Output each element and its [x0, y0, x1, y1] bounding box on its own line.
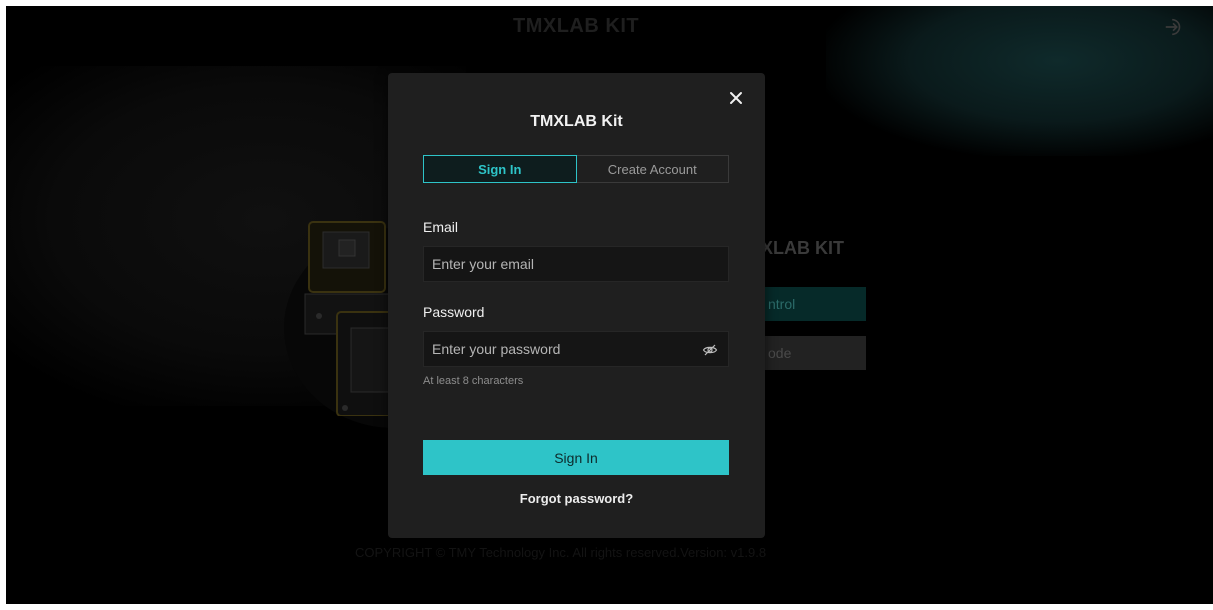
email-label: Email — [423, 219, 459, 235]
app-title: TMXLAB KIT — [513, 15, 640, 37]
tab-create-account[interactable]: Create Account — [576, 155, 729, 183]
tab-sign-in[interactable]: Sign In — [423, 155, 577, 183]
email-field-container — [423, 246, 729, 282]
password-label: Password — [423, 304, 485, 320]
signin-dialog: TMXLAB Kit Sign In Create Account Email … — [388, 73, 765, 538]
copyright-footer: COPYRIGHT © TMY Technology Inc. All righ… — [355, 545, 767, 560]
password-field[interactable] — [424, 332, 728, 366]
eye-off-icon[interactable] — [702, 342, 718, 358]
password-field-container — [423, 331, 729, 367]
close-icon[interactable] — [725, 87, 747, 109]
kit-heading: XLAB KIT — [761, 238, 844, 258]
app-window: TMXLAB KIT XLAB KIT ntrol ode COPYRIGHT … — [6, 6, 1213, 604]
background-glow — [826, 6, 1213, 156]
forgot-password-link[interactable]: Forgot password? — [388, 491, 765, 506]
login-icon[interactable] — [1163, 16, 1185, 38]
password-hint: At least 8 characters — [423, 375, 524, 387]
sign-in-button[interactable]: Sign In — [423, 440, 729, 475]
dialog-title: TMXLAB Kit — [530, 113, 623, 130]
email-field[interactable] — [424, 247, 728, 281]
auth-tabs: Sign In Create Account — [423, 155, 729, 183]
